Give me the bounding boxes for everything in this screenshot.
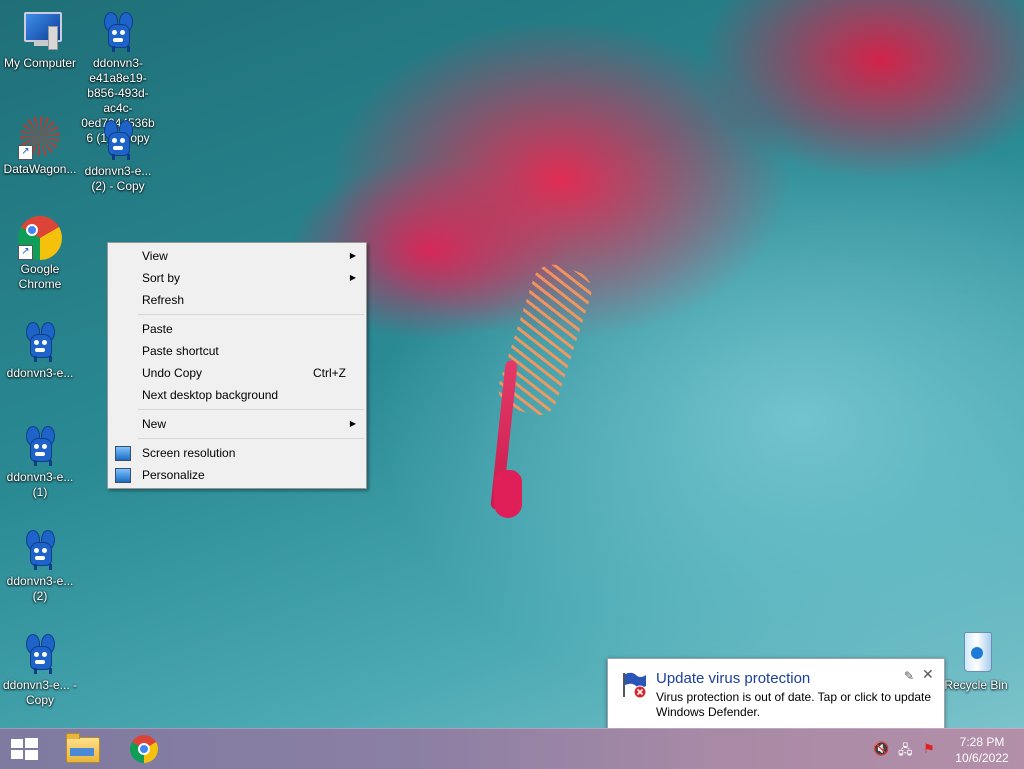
desktop-icon-label: DataWagon... [3,162,77,176]
computer-icon [18,10,62,54]
notification-update-virus-protection[interactable]: Update virus protection Virus protection… [607,658,945,728]
menu-item-label: View [142,249,168,263]
menu-separator [138,438,364,439]
pin-icon[interactable]: ✎ [904,669,914,683]
menu-item-new[interactable]: New ▶ [108,413,366,435]
notification-body: Virus protection is out of date. Tap or … [656,690,932,719]
chrome-icon: ↗ [18,216,62,260]
submenu-arrow-icon: ▶ [349,251,356,260]
creature-icon [18,424,62,468]
desktop[interactable]: My Computer ↗ DataWagon... ↗ Google Chro… [0,0,1024,728]
menu-item-next-desktop-background[interactable]: Next desktop background [108,384,366,406]
menu-item-paste-shortcut[interactable]: Paste shortcut [108,340,366,362]
desktop-icon-label: ddonvn3-e... (1) [6,470,74,499]
personalize-icon [115,468,131,483]
taskbar: 🔇 🖧 ⚑ 7:28 PM 10/6/2022 [0,728,1024,769]
desktop-icon-my-computer[interactable]: My Computer [0,10,80,71]
desktop-icon-recycle-bin[interactable]: Recycle Bin [936,632,1016,693]
menu-item-label: Personalize [142,468,205,482]
menu-item-label: Paste [142,322,173,336]
menu-item-label: Undo Copy [142,366,203,380]
keyboard-shortcut: Ctrl+Z [313,366,346,380]
desktop-icon-label: My Computer [3,56,77,70]
desktop-icon-label: Recycle Bin [944,678,1008,692]
menu-item-refresh[interactable]: Refresh [108,289,366,311]
desktop-icon-ddonvn3[interactable]: ddonvn3-e... [0,320,80,381]
desktop-icon-label: ddonvn3-e... - Copy [2,678,78,707]
menu-item-paste[interactable]: Paste [108,318,366,340]
creature-icon [96,118,140,162]
desktop-icon-label: ddonvn3-e... (2) [6,574,74,603]
desktop-icon-ddonvn3-2[interactable]: ddonvn3-e... (2) [0,528,80,604]
creature-icon [18,320,62,364]
menu-item-label: Next desktop background [142,388,279,402]
menu-item-label: Paste shortcut [142,344,219,358]
clock-time: 7:28 PM [959,735,1005,749]
menu-item-label: Refresh [142,293,185,307]
menu-item-screen-resolution[interactable]: Screen resolution [108,442,366,464]
menu-item-undo-copy[interactable]: Undo Copy Ctrl+Z [108,362,366,384]
chrome-taskbar-button[interactable] [118,729,170,769]
action-center-flag-icon[interactable]: ⚑ [923,741,935,757]
menu-item-personalize[interactable]: Personalize [108,464,366,486]
menu-item-label: Screen resolution [142,446,236,460]
menu-item-sort-by[interactable]: Sort by ▶ [108,267,366,289]
network-icon[interactable]: 🖧 [898,741,913,763]
desktop-icon-label: Google Chrome [18,262,62,291]
menu-item-label: New [142,417,167,431]
desktop-icon-label: ddonvn3-e... [6,366,74,380]
folder-icon [66,733,100,763]
menu-item-view[interactable]: View ▶ [108,245,366,267]
desktop-icon-google-chrome[interactable]: ↗ Google Chrome [0,216,80,292]
shortcut-arrow-icon: ↗ [18,245,33,260]
creature-icon [96,10,140,54]
submenu-arrow-icon: ▶ [349,273,356,282]
creature-icon [18,632,62,676]
shortcut-arrow-icon: ↗ [18,145,33,160]
desktop-context-menu: View ▶ Sort by ▶ Refresh Paste Paste sho… [107,242,367,489]
desktop-icon-ddonvn3-2-copy[interactable]: ddonvn3-e... (2) - Copy [78,118,158,194]
desktop-icon-label: ddonvn3-e... (2) - Copy [84,164,152,193]
creature-icon [18,528,62,572]
menu-separator [138,409,364,410]
windows-logo-icon [11,738,39,760]
notification-title: Update virus protection [656,670,811,687]
recycle-bin-icon [954,632,998,676]
clock[interactable]: 7:28 PM 10/6/2022 [944,734,1020,766]
close-icon[interactable]: ✕ [922,666,934,683]
security-flag-icon [620,671,648,699]
desktop-icon-ddonvn3-copy[interactable]: ddonvn3-e... - Copy [0,632,80,708]
menu-item-label: Sort by [142,271,181,285]
submenu-arrow-icon: ▶ [349,419,356,428]
molecule-icon: ↗ [18,116,62,160]
desktop-icon-datawagon[interactable]: ↗ DataWagon... [0,116,80,177]
speaker-muted-icon[interactable]: 🔇 [873,741,889,757]
file-explorer-taskbar-button[interactable] [56,729,108,769]
display-icon [115,446,131,461]
chrome-icon [130,735,158,763]
desktop-icon-ddonvn3-1[interactable]: ddonvn3-e... (1) [0,424,80,500]
menu-separator [138,314,364,315]
wallpaper-flower-tip [494,470,522,518]
start-button[interactable] [0,729,48,769]
clock-date: 10/6/2022 [955,751,1009,765]
